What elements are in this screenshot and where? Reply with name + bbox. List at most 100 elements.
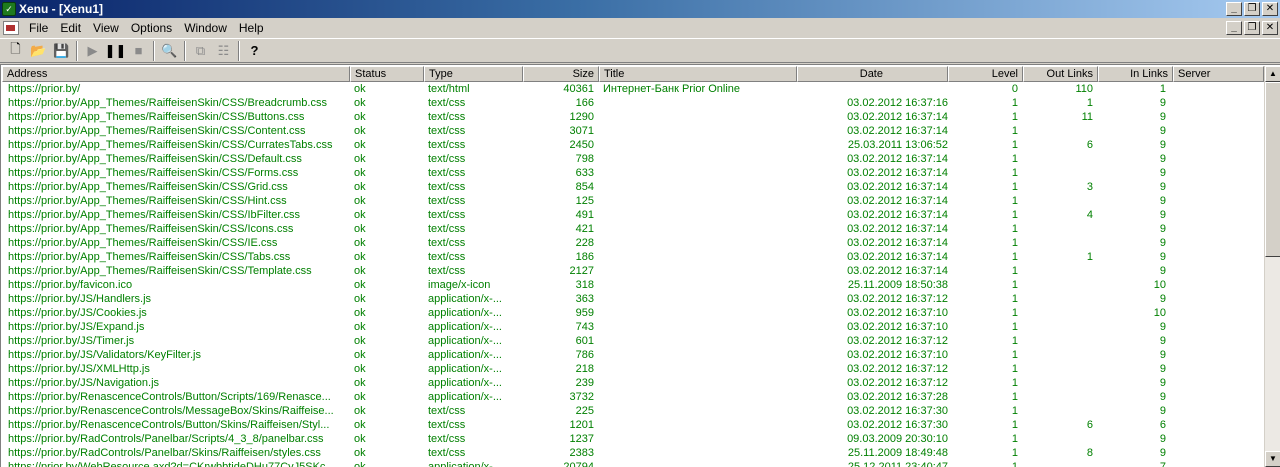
table-row[interactable]: https://prior.by/App_Themes/RaiffeisenSk… [2, 166, 1264, 180]
table-row[interactable]: https://prior.by/App_Themes/RaiffeisenSk… [2, 250, 1264, 264]
menu-view[interactable]: View [87, 19, 125, 37]
table-row[interactable]: https://prior.by/RenascenceControls/Mess… [2, 404, 1264, 418]
toolbar: 🗋 📂 💾 ▶ ❚❚ ■ 🔍 ⧉ ☷ ? [0, 38, 1280, 63]
menu-help[interactable]: Help [233, 19, 270, 37]
menu-window[interactable]: Window [178, 19, 233, 37]
cell-level: 1 [1011, 447, 1018, 459]
cell-out-links: 1 [1086, 97, 1093, 109]
cell-size: 743 [575, 321, 594, 333]
properties-icon[interactable]: ☷ [212, 40, 235, 62]
close-button[interactable]: ✕ [1262, 2, 1278, 16]
column-date[interactable]: Date [797, 66, 948, 82]
cell-type: application/x-... [428, 391, 502, 403]
table-row[interactable]: https://prior.by/JS/Navigation.js ok appli… [2, 376, 1264, 390]
cell-address: https://prior.by/App_Themes/RaiffeisenSk… [8, 265, 312, 277]
column-out-links[interactable]: Out Links [1023, 66, 1098, 82]
table-row[interactable]: https://prior.by/App_Themes/RaiffeisenSk… [2, 124, 1264, 138]
column-level[interactable]: Level [948, 66, 1023, 82]
cell-in-links: 9 [1159, 181, 1166, 193]
mdi-minimize-button[interactable]: _ [1226, 21, 1242, 35]
pause-icon[interactable]: ❚❚ [104, 40, 127, 62]
cell-title [599, 418, 814, 432]
vertical-scrollbar[interactable]: ▲ ▼ [1264, 66, 1280, 467]
table-row[interactable]: https://prior.by/JS/Validators/KeyFilter… [2, 348, 1264, 362]
cell-server [1172, 82, 1262, 96]
table-row[interactable]: https://prior.by/JS/Handlers.js ok applica… [2, 292, 1264, 306]
table-row[interactable]: https://prior.by/App_Themes/RaiffeisenSk… [2, 180, 1264, 194]
table-row[interactable]: https://prior.by/RadControls/Panelbar/Sk… [2, 446, 1264, 460]
stop-icon[interactable]: ■ [127, 40, 150, 62]
cell-out-links [1023, 264, 1097, 278]
column-title[interactable]: Title [599, 66, 797, 82]
cell-address: https://prior.by/JS/Handlers.js [8, 293, 152, 305]
column-address[interactable]: Address [2, 66, 350, 82]
copy-icon[interactable]: ⧉ [189, 40, 212, 62]
column-server[interactable]: Server [1173, 66, 1264, 82]
restore-button[interactable]: ❐ [1244, 2, 1260, 16]
cell-address: https://prior.by/RenascenceControls/Mess… [8, 405, 334, 417]
table-row[interactable]: https://prior.by/App_Themes/RaiffeisenSk… [2, 208, 1264, 222]
cell-level: 1 [1011, 307, 1018, 319]
open-folder-icon[interactable]: 📂 [27, 40, 50, 62]
table-row[interactable]: https://prior.by/App_Themes/RaiffeisenSk… [2, 110, 1264, 124]
find-icon[interactable]: 🔍 [158, 40, 181, 62]
cell-date: 03.02.2012 16:37:14 [847, 251, 948, 263]
column-in-links[interactable]: In Links [1098, 66, 1173, 82]
cell-title [599, 166, 814, 180]
help-icon[interactable]: ? [243, 40, 266, 62]
table-row[interactable]: https://prior.by/JS/Timer.js ok applicatio… [2, 334, 1264, 348]
column-size[interactable]: Size [523, 66, 599, 82]
table-row[interactable]: https://prior.by/App_Themes/RaiffeisenSk… [2, 138, 1264, 152]
table-row[interactable]: https://prior.by/App_Themes/RaiffeisenSk… [2, 236, 1264, 250]
document-icon[interactable] [3, 21, 19, 35]
minimize-button[interactable]: _ [1226, 2, 1242, 16]
cell-in-links: 6 [1159, 419, 1166, 431]
menu-options[interactable]: Options [125, 19, 178, 37]
mdi-restore-button[interactable]: ❐ [1244, 21, 1260, 35]
cell-type: application/x-... [428, 461, 502, 467]
cell-level: 1 [1011, 111, 1018, 123]
table-row[interactable]: https://prior.by/favicon.ico ok image/x-ic… [2, 278, 1264, 292]
save-icon[interactable]: 💾 [50, 40, 73, 62]
column-type[interactable]: Type [424, 66, 523, 82]
cell-address: https://prior.by/favicon.ico [8, 279, 133, 291]
cell-type: text/css [428, 251, 466, 263]
cell-level: 1 [1011, 335, 1018, 347]
table-row[interactable]: https://prior.by/App_Themes/RaiffeisenSk… [2, 152, 1264, 166]
table-row[interactable]: https://prior.by/RenascenceControls/Butt… [2, 418, 1264, 432]
play-icon[interactable]: ▶ [81, 40, 104, 62]
cell-size: 786 [575, 349, 594, 361]
cell-type: text/html [428, 83, 470, 95]
cell-server [1172, 404, 1262, 418]
column-status[interactable]: Status [350, 66, 424, 82]
links-list-view[interactable]: Address Status Type Size Title Date Leve… [0, 64, 1280, 467]
table-row[interactable]: https://prior.by/App_Themes/RaiffeisenSk… [2, 96, 1264, 110]
menu-edit[interactable]: Edit [54, 19, 87, 37]
cell-date: 03.02.2012 16:37:10 [847, 349, 948, 361]
mdi-close-button[interactable]: ✕ [1262, 21, 1278, 35]
table-row[interactable]: https://prior.by/App_Themes/RaiffeisenSk… [2, 222, 1264, 236]
scroll-thumb[interactable] [1265, 82, 1280, 257]
cell-status: ok [354, 419, 366, 431]
cell-status: ok [354, 433, 366, 445]
table-row[interactable]: https://prior.by/App_Themes/RaiffeisenSk… [2, 264, 1264, 278]
xenu-app-icon[interactable]: ✓ [2, 2, 16, 16]
table-row[interactable]: https://prior.by/RenascenceControls/Butt… [2, 390, 1264, 404]
table-row[interactable]: https://prior.by/ok text/html 40361 Интерне… [2, 82, 1264, 96]
table-row[interactable]: https://prior.by/RadControls/Panelbar/Sc… [2, 432, 1264, 446]
cell-status: ok [354, 279, 366, 291]
new-file-icon[interactable]: 🗋 [4, 40, 27, 62]
cell-title [599, 292, 814, 306]
table-row[interactable]: https://prior.by/JS/XMLHttp.js ok applicat… [2, 362, 1264, 376]
cell-out-links [1023, 376, 1097, 390]
cell-address: https://prior.by/RenascenceControls/Butt… [8, 391, 331, 403]
scroll-down-icon[interactable]: ▼ [1265, 451, 1280, 467]
table-row[interactable]: https://prior.by/JS/Expand.js ok applicati… [2, 320, 1264, 334]
cell-address: https://prior.by/App_Themes/RaiffeisenSk… [8, 223, 294, 235]
table-row[interactable]: https://prior.by/WebResource.axd?d=CKrwb… [2, 460, 1264, 467]
cell-date: 03.02.2012 16:37:12 [847, 363, 948, 375]
table-row[interactable]: https://prior.by/App_Themes/RaiffeisenSk… [2, 194, 1264, 208]
table-row[interactable]: https://prior.by/JS/Cookies.js ok applicat… [2, 306, 1264, 320]
menu-file[interactable]: File [23, 19, 54, 37]
scroll-up-icon[interactable]: ▲ [1265, 66, 1280, 82]
